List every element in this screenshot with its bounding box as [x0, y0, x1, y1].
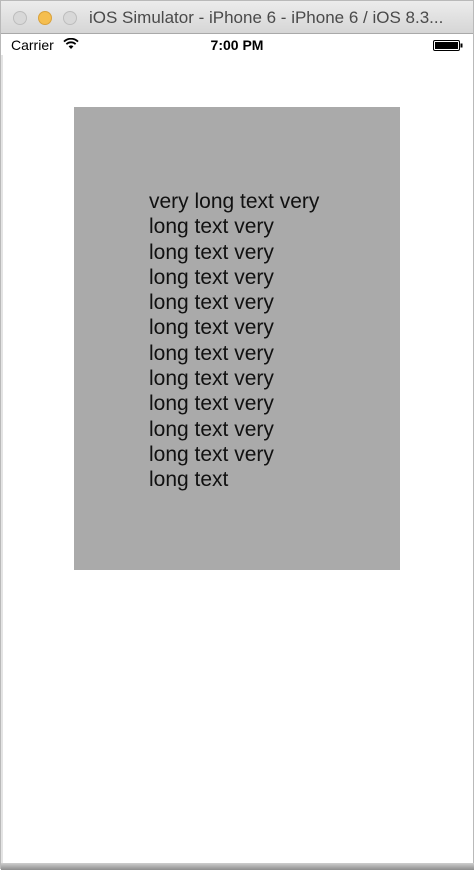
- label-line: long text very: [149, 367, 274, 391]
- window-titlebar: iOS Simulator - iPhone 6 - iPhone 6 / iO…: [1, 1, 473, 34]
- label-line: long text very: [149, 291, 274, 315]
- label-line: long text very: [149, 392, 274, 416]
- multiline-text-label: very long text very long text very long …: [149, 189, 339, 493]
- ios-status-bar: Carrier 7:00 PM: [1, 35, 473, 55]
- label-line: long text very: [149, 316, 274, 340]
- minimize-window-button[interactable]: [38, 11, 52, 25]
- label-line: long text very: [149, 417, 274, 441]
- simulator-window: iOS Simulator - iPhone 6 - iPhone 6 / iO…: [0, 0, 474, 870]
- battery-icon: [433, 40, 463, 51]
- label-line: long text very: [149, 215, 274, 239]
- label-line: very long text very: [149, 190, 320, 213]
- label-line: long text very: [149, 442, 274, 466]
- label-line: long text: [149, 468, 229, 492]
- zoom-window-button[interactable]: [63, 11, 77, 25]
- label-line: long text very: [149, 240, 274, 264]
- window-title: iOS Simulator - iPhone 6 - iPhone 6 / iO…: [89, 8, 444, 27]
- label-line: long text very: [149, 341, 274, 365]
- window-left-edge: [1, 55, 3, 870]
- status-time: 7:00 PM: [210, 37, 264, 53]
- close-window-button[interactable]: [13, 11, 27, 25]
- label-line: long text very: [149, 265, 274, 289]
